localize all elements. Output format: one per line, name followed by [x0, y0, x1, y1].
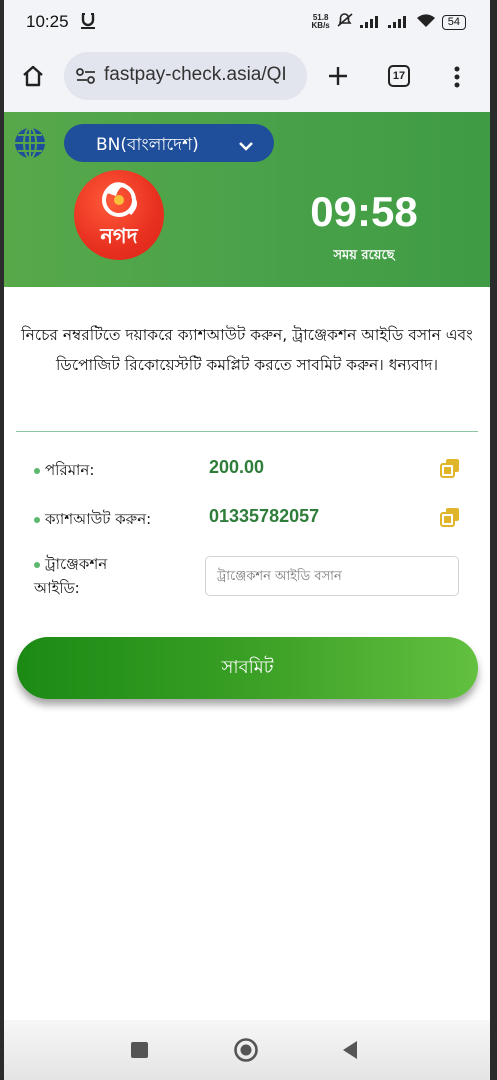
site-settings-icon[interactable]: [76, 68, 96, 88]
bullet-dot-icon: [34, 467, 40, 474]
recents-icon[interactable]: [131, 1042, 148, 1058]
countdown-timer: 09:58: [310, 188, 418, 235]
notification-app-icon: [80, 11, 96, 35]
nagad-logo: নগদ: [74, 170, 164, 260]
chevron-down-icon: [238, 137, 254, 156]
status-bar: 10:25 51.8 KB/s 54: [4, 0, 490, 42]
home-icon[interactable]: [21, 64, 45, 92]
network-speed: 51.8 KB/s: [311, 13, 330, 30]
language-select[interactable]: BN(বাংলাদেশ): [64, 124, 274, 162]
status-icons: 51.8 KB/s 54: [312, 12, 466, 32]
phone-screen: 10:25 51.8 KB/s 54 fastpay-check.asia/QI…: [4, 0, 490, 1080]
payment-header: BN(বাংলাদেশ) নগদ 09:58 সময় রয়েছে: [4, 112, 490, 287]
timer-label: সময় রয়েছে: [333, 248, 395, 263]
nagad-logo-text: নগদ: [100, 224, 138, 248]
mute-icon: [336, 12, 354, 32]
signal-icon-1: [359, 13, 382, 32]
submit-button[interactable]: সাবমিট: [17, 637, 478, 699]
amount-label: পরিমান:: [34, 459, 94, 484]
bullet-dot-icon: [34, 516, 40, 523]
cashout-number: 01335782057: [209, 506, 320, 526]
copy-amount-icon[interactable]: [439, 457, 461, 483]
tab-switcher-button[interactable]: 17: [388, 65, 410, 87]
battery-icon: 54: [441, 14, 466, 30]
language-label: BN(বাংলাদেশ): [96, 135, 199, 155]
transaction-id-input[interactable]: [205, 556, 459, 596]
divider: [16, 431, 478, 432]
back-icon[interactable]: [341, 1039, 359, 1065]
new-tab-icon[interactable]: [326, 64, 350, 92]
wifi-icon: [416, 13, 436, 32]
address-bar[interactable]: fastpay-check.asia/QI: [64, 52, 307, 100]
system-nav-bar: [4, 1020, 490, 1080]
nav-home-icon[interactable]: [233, 1037, 259, 1067]
transaction-id-label: ট্রাঞ্জেকশন আইডি:: [34, 555, 108, 597]
more-menu-icon[interactable]: [454, 66, 460, 92]
url-text[interactable]: fastpay-check.asia/QI: [104, 64, 287, 86]
bullet-dot-icon: [34, 561, 40, 568]
cashout-label: ক্যাশআউট করুন:: [34, 508, 151, 533]
browser-toolbar: fastpay-check.asia/QI 17: [4, 42, 490, 112]
copy-number-icon[interactable]: [439, 506, 461, 532]
instruction-text: নিচের নম্বরটিতে দয়াকরে ক্যাশআউট করুন, ট…: [21, 326, 473, 374]
globe-icon: [13, 126, 47, 164]
amount-value: 200.00: [209, 457, 265, 477]
signal-icon-2: [387, 13, 410, 32]
status-time: 10:25: [26, 12, 69, 31]
